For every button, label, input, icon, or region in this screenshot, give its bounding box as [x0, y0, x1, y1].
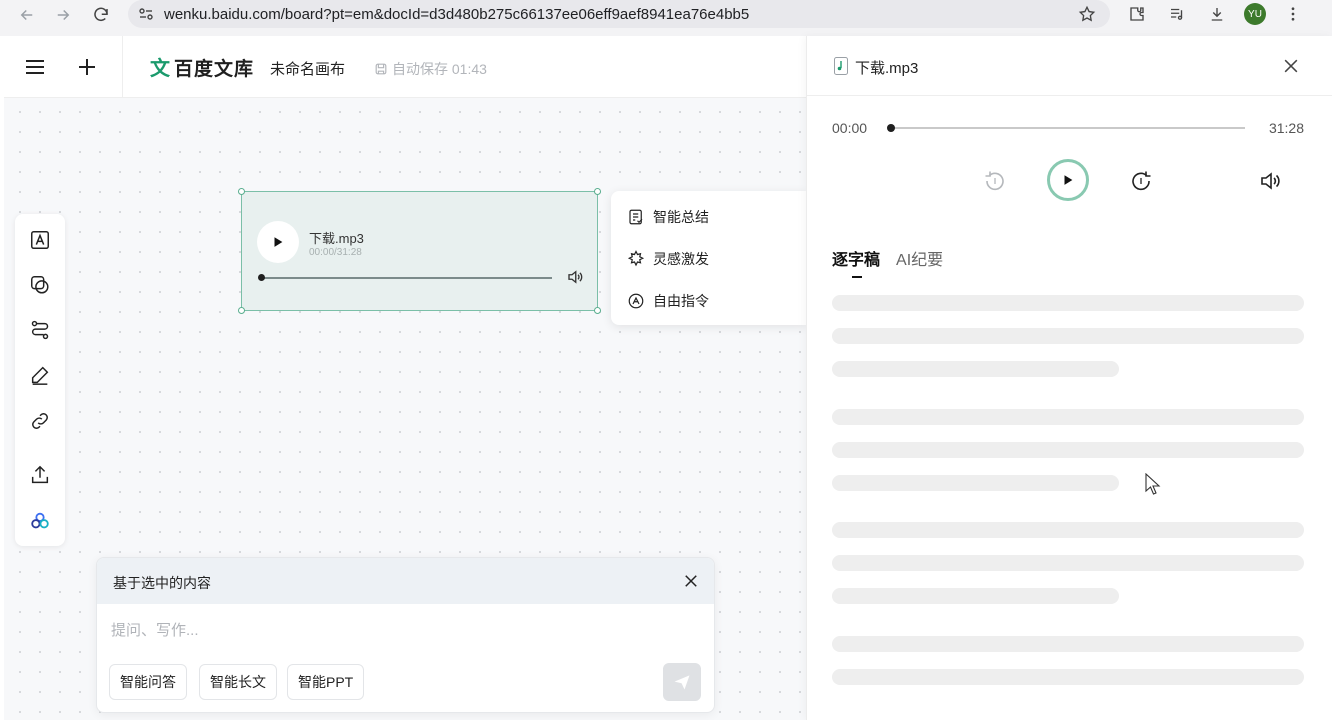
audio-card[interactable]: 下载.mp3 00:00/31:28	[238, 188, 601, 314]
canvas-title[interactable]: 未命名画布	[270, 58, 345, 79]
bookmark-star-icon[interactable]	[1078, 5, 1096, 23]
card-volume-icon[interactable]	[566, 268, 584, 286]
play-icon	[1064, 175, 1073, 185]
side-panel-title: 下载.mp3	[855, 60, 919, 77]
tool-panel	[15, 214, 65, 546]
connector-tool-icon[interactable]	[28, 318, 52, 342]
audio-side-panel: 下载.mp3 00:00 31:28 逐字稿 AI纪要	[806, 36, 1332, 720]
card-file-name: 下载.mp3	[309, 231, 364, 246]
prompt-header: 基于选中的内容	[97, 558, 714, 604]
side-panel-header: 下载.mp3	[807, 36, 1332, 96]
audio-file-icon	[834, 57, 848, 75]
rewind-button[interactable]	[983, 169, 1007, 193]
link-tool-icon[interactable]	[28, 409, 52, 433]
browser-toolbar: wenku.baidu.com/board?pt=em&docId=d3d480…	[0, 0, 1332, 36]
loading-skeleton	[832, 295, 1304, 311]
ai-menu-item-inspiration[interactable]: 灵感激发	[627, 249, 709, 269]
side-panel-tabs: 逐字稿 AI纪要	[832, 246, 943, 278]
forward-button[interactable]	[1129, 169, 1153, 193]
play-button[interactable]	[1047, 159, 1089, 201]
chip-smart-longform[interactable]: 智能长文	[199, 664, 277, 700]
current-time: 00:00	[832, 120, 868, 136]
back-icon[interactable]	[12, 0, 42, 30]
ai-menu-item-label: 智能总结	[653, 209, 709, 225]
resize-handle[interactable]	[238, 307, 245, 314]
tab-ai-minutes[interactable]: AI纪要	[896, 246, 943, 270]
loading-skeleton	[832, 555, 1304, 571]
card-progress-track[interactable]	[260, 277, 552, 279]
loading-skeleton	[832, 669, 1304, 685]
logo-mark: 文	[150, 55, 170, 80]
send-button[interactable]	[663, 663, 701, 701]
upload-tool-icon[interactable]	[28, 463, 52, 487]
download-icon[interactable]	[1204, 0, 1230, 29]
progress-knob[interactable]	[887, 124, 895, 132]
app-toolbar: 文 百度文库 未命名画布 自动保存 01:43	[4, 36, 806, 98]
chip-smart-qa[interactable]: 智能问答	[109, 664, 187, 700]
tab-transcript[interactable]: 逐字稿	[832, 246, 880, 278]
inspiration-icon	[627, 250, 645, 267]
loading-skeleton	[832, 588, 1119, 604]
toolbar-divider	[122, 36, 123, 98]
total-time: 31:28	[1268, 120, 1304, 136]
logo-text: 百度文库	[174, 59, 255, 80]
cloud-save-icon	[375, 63, 387, 75]
summary-icon	[629, 209, 643, 225]
loading-skeleton	[832, 361, 1119, 377]
prompt-input[interactable]	[111, 622, 611, 639]
menu-icon[interactable]	[22, 54, 48, 80]
mouse-cursor-icon	[1145, 473, 1161, 495]
ai-action-menu: 智能总结 灵感激发 自由指令	[611, 191, 806, 325]
card-play-button[interactable]	[257, 221, 299, 263]
loading-skeleton	[832, 442, 1304, 458]
play-icon	[274, 237, 283, 247]
card-time: 00:00/31:28	[309, 247, 362, 258]
resize-handle[interactable]	[238, 188, 245, 195]
ai-menu-item-label: 灵感激发	[653, 251, 709, 267]
ai-menu-item-command[interactable]: 自由指令	[627, 291, 709, 311]
volume-icon	[1261, 172, 1280, 190]
pen-tool-icon[interactable]	[28, 363, 52, 387]
card-progress-knob[interactable]	[258, 274, 265, 281]
close-icon[interactable]	[682, 572, 700, 590]
shape-tool-icon[interactable]	[28, 273, 52, 297]
loading-skeleton	[832, 636, 1304, 652]
ai-prompt-box: 基于选中的内容 智能问答 智能长文 智能PPT	[96, 557, 715, 713]
site-info-icon[interactable]	[138, 6, 154, 22]
rewind-icon	[985, 171, 1004, 191]
media-controls-icon[interactable]	[1164, 0, 1190, 29]
command-icon	[628, 293, 644, 309]
loading-skeleton	[832, 522, 1304, 538]
text-tool-icon[interactable]	[28, 228, 52, 252]
more-menu-icon[interactable]	[1280, 0, 1306, 29]
send-icon	[674, 675, 690, 690]
ai-assistant-icon[interactable]	[28, 509, 52, 533]
volume-button[interactable]	[1257, 168, 1283, 194]
autosave-status: 自动保存 01:43	[374, 59, 487, 79]
loading-skeleton	[832, 475, 1119, 491]
resize-handle[interactable]	[594, 307, 601, 314]
forward-icon[interactable]	[48, 0, 78, 30]
url-text: wenku.baidu.com/board?pt=em&docId=d3d480…	[164, 5, 750, 23]
chip-smart-ppt[interactable]: 智能PPT	[287, 664, 365, 700]
prompt-title: 基于选中的内容	[113, 575, 211, 591]
address-bar[interactable]: wenku.baidu.com/board?pt=em&docId=d3d480…	[128, 0, 1110, 28]
resize-handle[interactable]	[594, 188, 601, 195]
reload-icon[interactable]	[86, 0, 116, 30]
progress-track[interactable]	[891, 127, 1245, 129]
close-icon[interactable]	[1281, 56, 1301, 76]
fast-forward-icon	[1132, 171, 1151, 191]
profile-avatar[interactable]: YU	[1244, 3, 1266, 25]
loading-skeleton	[832, 328, 1304, 344]
extensions-icon[interactable]	[1124, 0, 1150, 29]
ai-menu-item-summary[interactable]: 智能总结	[627, 207, 709, 227]
loading-skeleton	[832, 409, 1304, 425]
baidu-wenku-logo[interactable]: 文 百度文库	[150, 54, 254, 81]
ai-menu-item-label: 自由指令	[653, 293, 709, 309]
autosave-text: 自动保存 01:43	[392, 61, 487, 77]
add-icon[interactable]	[74, 54, 100, 80]
